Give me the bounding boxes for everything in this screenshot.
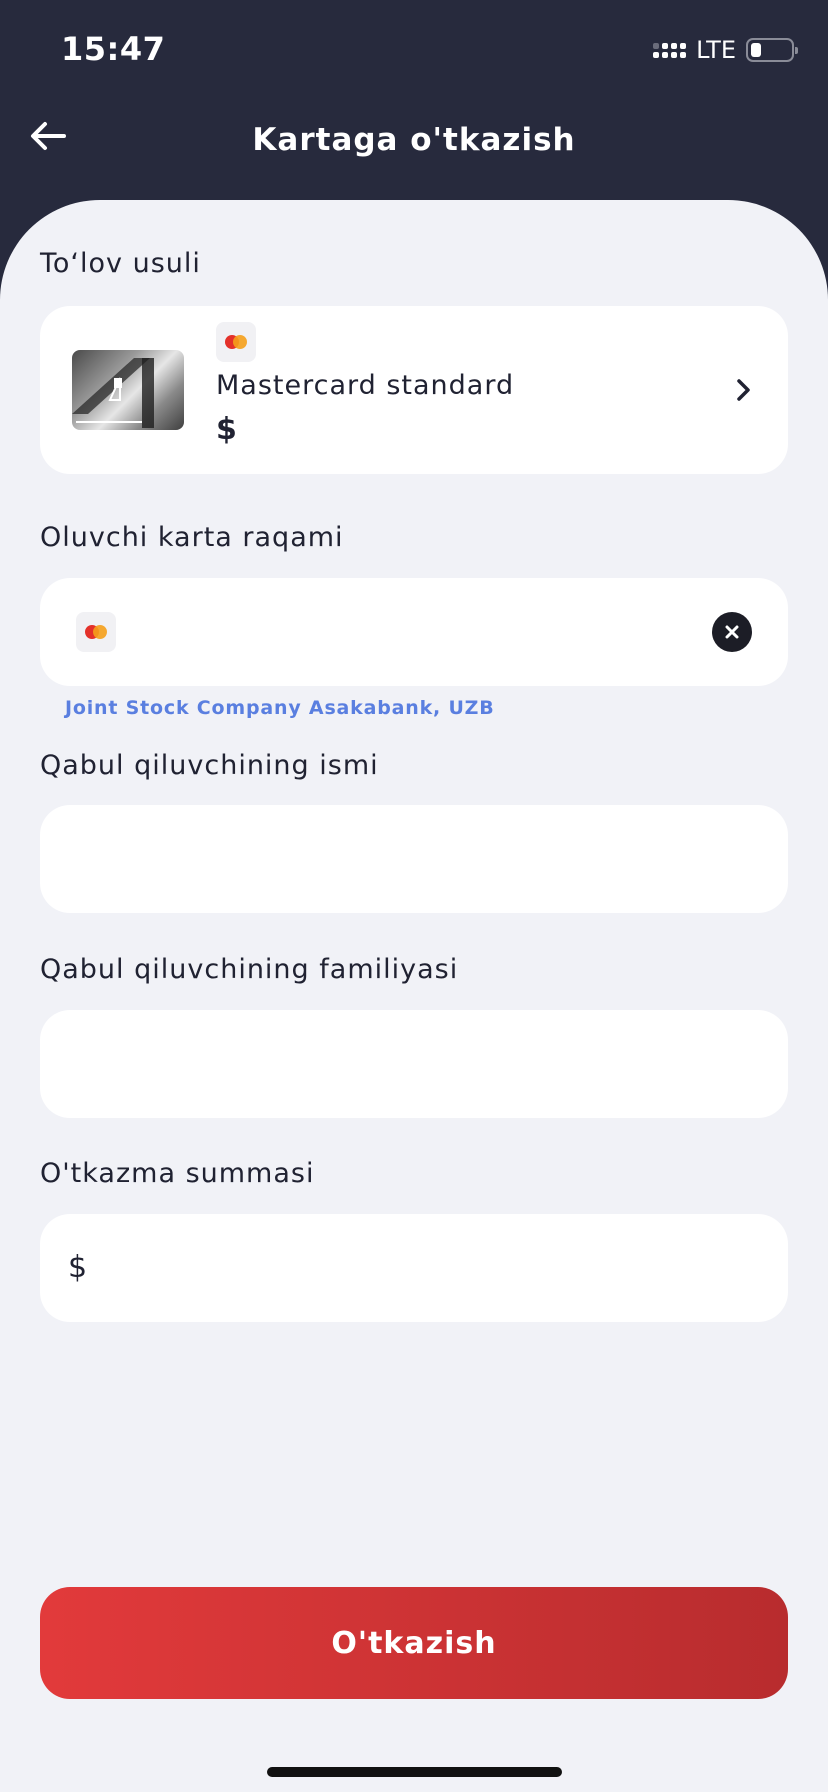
card-name: Mastercard standard	[216, 370, 515, 401]
last-name-label: Qabul qiluvchining familiyasi	[40, 954, 459, 985]
amount-field[interactable]: $	[40, 1214, 788, 1322]
close-icon[interactable]	[712, 612, 752, 652]
amount-currency: $	[68, 1250, 88, 1285]
nav-header: Kartaga o'tkazish	[0, 100, 828, 200]
network-type: LTE	[696, 36, 736, 64]
payment-method-selector[interactable]: Mastercard standard $	[40, 306, 788, 474]
recipient-card-field[interactable]	[40, 578, 788, 686]
status-icons: LTE	[653, 36, 798, 64]
mastercard-icon	[76, 612, 116, 652]
home-indicator	[267, 1767, 562, 1777]
first-name-label: Qabul qiluvchining ismi	[40, 750, 379, 781]
signal-icon	[653, 42, 687, 58]
last-name-field[interactable]	[40, 1010, 788, 1118]
transfer-button[interactable]: O'tkazish	[40, 1587, 788, 1699]
payment-method-label: To‘lov usuli	[40, 248, 201, 279]
chevron-right-icon	[730, 376, 758, 404]
battery-icon	[746, 38, 798, 62]
status-time: 15:47	[61, 30, 166, 68]
mastercard-icon	[216, 322, 256, 362]
recipient-card-label: Oluvchi karta raqami	[40, 522, 344, 553]
amount-label: O'tkazma summasi	[40, 1158, 315, 1189]
card-image	[72, 350, 184, 430]
form-sheet: To‘lov usuli Mastercard standard $ Oluvc…	[0, 200, 828, 1792]
page-title: Kartaga o'tkazish	[252, 122, 576, 158]
card-currency: $	[216, 412, 237, 447]
status-bar: 15:47 LTE	[0, 0, 828, 100]
bank-hint: Joint Stock Company Asakabank, UZB	[65, 697, 495, 719]
first-name-field[interactable]	[40, 805, 788, 913]
